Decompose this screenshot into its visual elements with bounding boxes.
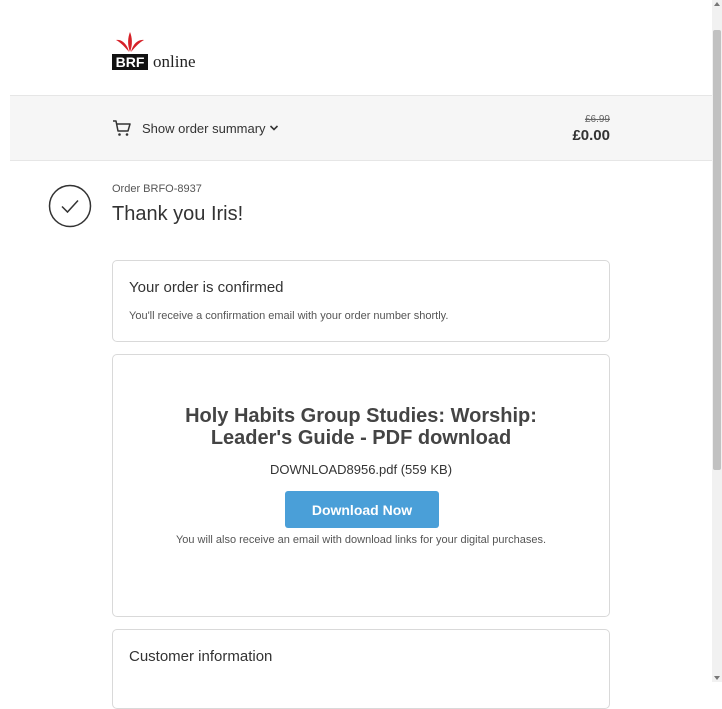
download-card: Holy Habits Group Studies: Worship: Lead… xyxy=(112,354,610,617)
thank-you-heading: Thank you Iris! xyxy=(112,203,244,225)
product-title: Holy Habits Group Studies: Worship: Lead… xyxy=(185,405,537,449)
cart-icon xyxy=(113,120,131,136)
scroll-up-arrow-icon[interactable] xyxy=(714,2,720,6)
checkmark-circle-icon xyxy=(48,184,92,228)
leaves-icon xyxy=(116,32,144,52)
download-file-info: DOWNLOAD8956.pdf (559 KB) xyxy=(269,462,453,477)
logo-mark-text: BRF xyxy=(112,54,148,70)
logo-text: online xyxy=(153,52,196,71)
scroll-down-arrow-icon[interactable] xyxy=(714,676,720,680)
show-order-summary-label: Show order summary xyxy=(142,120,266,136)
show-order-summary-toggle[interactable]: Show order summary xyxy=(112,118,279,138)
order-summary-bar: Show order summary £6.99 £0.00 xyxy=(10,95,712,161)
download-now-button[interactable]: Download Now xyxy=(285,491,439,528)
total-price: £0.00 xyxy=(572,127,610,144)
customer-information-card: Customer information xyxy=(112,629,610,709)
chevron-down-icon xyxy=(269,125,278,131)
order-confirmed-card: Your order is confirmed You'll receive a… xyxy=(112,260,610,342)
vertical-scrollbar[interactable] xyxy=(712,0,722,682)
order-confirmed-text: You'll receive a confirmation email with… xyxy=(129,310,449,322)
order-confirmed-title: Your order is confirmed xyxy=(129,279,284,296)
customer-information-title: Customer information xyxy=(129,648,273,665)
brf-logo-mark: BRF xyxy=(112,32,148,70)
header: BRF online xyxy=(0,0,712,95)
brf-online-logo[interactable]: BRF online xyxy=(112,32,196,71)
order-number: Order BRFO-8937 xyxy=(112,183,202,195)
scrollbar-thumb[interactable] xyxy=(713,30,721,470)
original-price: £6.99 xyxy=(584,114,610,125)
download-email-note: You will also receive an email with down… xyxy=(175,534,547,546)
